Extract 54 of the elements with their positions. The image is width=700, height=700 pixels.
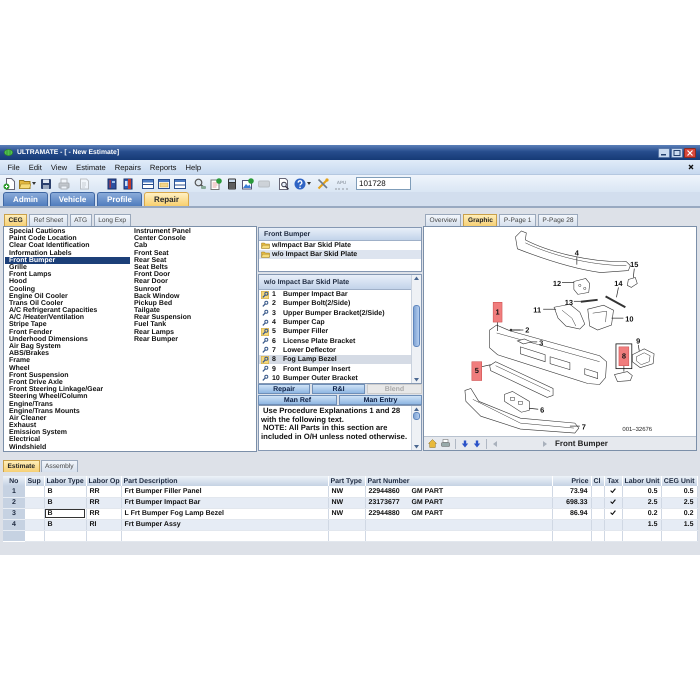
layout-icon[interactable] [174, 178, 186, 190]
magnifier-icon[interactable] [194, 178, 206, 190]
leader-line [632, 268, 635, 278]
caret-icon[interactable] [307, 182, 311, 185]
save-icon[interactable] [40, 178, 52, 190]
folder-icon [261, 242, 270, 249]
leader-line [576, 256, 578, 265]
leader-line [638, 344, 640, 352]
help-icon[interactable] [294, 178, 306, 190]
scroll-down-icon[interactable] [413, 444, 420, 450]
scrollbar[interactable] [411, 275, 421, 383]
book-icon[interactable] [122, 178, 134, 190]
leader-line [481, 364, 492, 368]
leader-line [616, 287, 619, 298]
calculator-icon[interactable] [226, 178, 238, 190]
number-field[interactable]: 101728 [356, 177, 411, 190]
leader-line [528, 408, 539, 410]
printer-icon[interactable] [441, 439, 450, 448]
scroll-thumb[interactable] [413, 305, 420, 347]
mounting-bracket [574, 278, 590, 295]
maximize-icon[interactable] [671, 148, 683, 158]
app-icon [4, 149, 13, 156]
scroll-up-icon[interactable] [413, 275, 420, 281]
bezel-insert [614, 371, 633, 382]
tab[interactable]: Repair [144, 192, 189, 206]
new-document-icon[interactable] [3, 178, 15, 190]
scrollbar[interactable] [411, 406, 421, 450]
book-icon[interactable] [106, 178, 118, 190]
diagram-caption: Front Bumper [555, 439, 608, 448]
find-document-icon[interactable] [278, 178, 290, 190]
layout-icon[interactable] [158, 178, 170, 190]
invoice-icon[interactable] [210, 178, 222, 190]
plate-bracket [504, 391, 530, 413]
leader-line [574, 300, 582, 302]
leader-line [562, 282, 574, 283]
tools-icon[interactable] [317, 178, 329, 190]
end-cap [627, 277, 638, 288]
close-icon[interactable] [688, 164, 694, 170]
scroll-thumb[interactable] [413, 412, 420, 420]
folder-icon[interactable] [19, 178, 31, 190]
frame-bracket [587, 304, 614, 330]
clip [516, 338, 532, 344]
bolt [580, 298, 598, 303]
leader-line [542, 308, 556, 310]
frame-bracket [554, 304, 586, 330]
image-icon[interactable] [242, 178, 254, 190]
home-icon[interactable] [428, 439, 437, 448]
close-icon[interactable] [684, 148, 696, 158]
lamp-bezel [632, 348, 654, 368]
minimize-icon[interactable] [658, 148, 670, 158]
folder-icon [261, 251, 270, 258]
layout-icon[interactable] [142, 178, 154, 190]
caret-icon[interactable] [32, 182, 36, 185]
rod [605, 295, 626, 308]
